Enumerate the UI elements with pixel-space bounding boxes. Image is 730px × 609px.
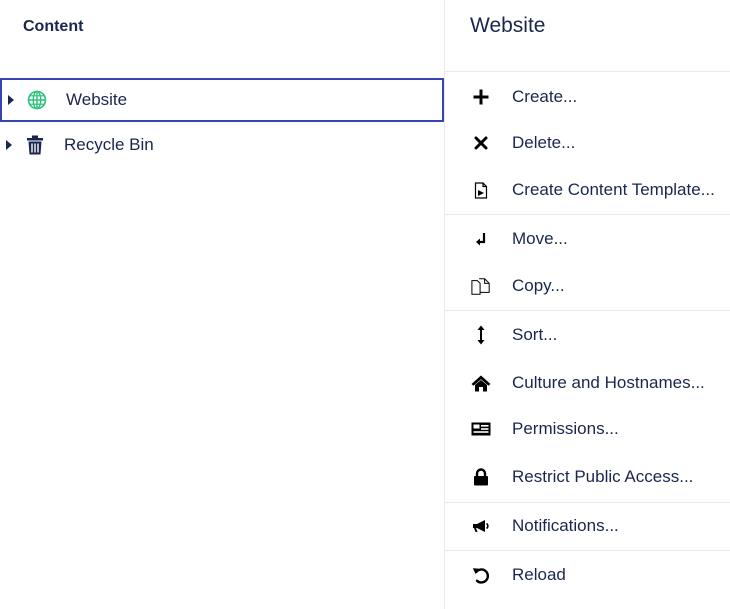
menu-item-create-content-template[interactable]: Create Content Template... — [445, 167, 730, 213]
menu-item-label: Sort... — [512, 325, 558, 344]
menu-item-move[interactable]: Move... — [445, 216, 730, 262]
divider — [445, 71, 730, 72]
tree-item-recycle-bin[interactable]: Recycle Bin — [0, 123, 444, 167]
document-template-icon — [471, 180, 491, 200]
content-section: Content Website Recycle Bin Website Crea… — [0, 0, 730, 609]
caret-right-icon[interactable] — [6, 93, 16, 107]
divider — [445, 214, 730, 215]
actions-menu: Website Create... Delete... Create Conte… — [445, 0, 730, 609]
menu-item-label: Create Content Template... — [512, 180, 715, 199]
lock-icon — [471, 467, 491, 487]
menu-item-create[interactable]: Create... — [445, 74, 730, 120]
menu-item-label: Restrict Public Access... — [512, 467, 694, 486]
menu-item-sort[interactable]: Sort... — [445, 312, 730, 358]
sort-icon — [471, 325, 491, 345]
menu-item-label: Delete... — [512, 133, 576, 152]
menu-item-copy[interactable]: Copy... — [445, 263, 730, 309]
copy-icon — [471, 276, 491, 296]
content-tree-panel: Content Website Recycle Bin — [0, 0, 444, 609]
tree-item-label: Recycle Bin — [64, 135, 154, 154]
plus-icon — [471, 87, 491, 107]
home-icon — [471, 373, 491, 393]
divider — [445, 310, 730, 311]
divider — [445, 550, 730, 551]
menu-item-label: Reload — [512, 565, 566, 584]
menu-item-label: Copy... — [512, 276, 565, 295]
permissions-card-icon — [471, 419, 491, 439]
menu-item-restrict-public-access[interactable]: Restrict Public Access... — [445, 454, 730, 500]
caret-right-icon[interactable] — [4, 138, 14, 152]
globe-icon — [26, 89, 48, 111]
tree-item-website[interactable]: Website — [0, 78, 444, 122]
menu-item-label: Create... — [512, 87, 578, 106]
move-arrow-icon — [471, 229, 491, 249]
tree-item-label: Website — [66, 90, 128, 109]
menu-title: Website — [470, 14, 546, 37]
menu-item-permissions[interactable]: Permissions... — [445, 406, 730, 452]
megaphone-icon — [471, 516, 491, 536]
menu-item-notifications[interactable]: Notifications... — [445, 503, 730, 549]
menu-item-reload[interactable]: Reload — [445, 552, 730, 598]
menu-item-label: Move... — [512, 229, 568, 248]
trash-icon — [24, 134, 46, 156]
tree-header: Content — [23, 18, 84, 35]
menu-item-culture-and-hostnames[interactable]: Culture and Hostnames... — [445, 360, 730, 406]
reload-icon — [471, 565, 491, 585]
menu-item-delete[interactable]: Delete... — [445, 120, 730, 166]
menu-item-label: Culture and Hostnames... — [512, 373, 705, 392]
menu-item-label: Permissions... — [512, 419, 619, 438]
menu-item-label: Notifications... — [512, 516, 619, 535]
close-icon — [471, 133, 491, 153]
